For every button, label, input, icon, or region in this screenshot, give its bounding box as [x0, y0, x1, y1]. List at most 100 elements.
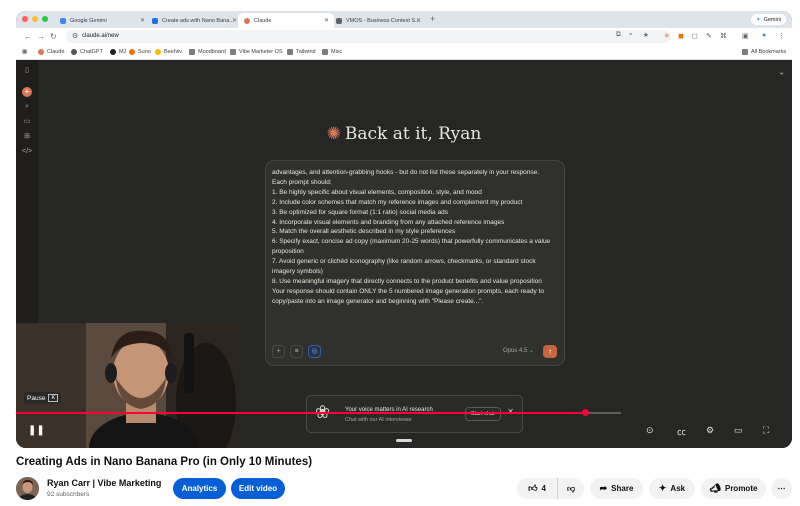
- address-bar[interactable]: ⚙ claude.ai/new: [66, 30, 671, 43]
- extension-claude-icon[interactable]: ✳: [664, 32, 670, 40]
- channel-name[interactable]: Ryan Carr | Vibe Marketing: [47, 478, 161, 488]
- bookmark-label: Beehiiv: [164, 49, 183, 55]
- claude-logo-icon: ✺: [326, 124, 341, 144]
- bookmark-moodboard[interactable]: Moodboard: [189, 49, 226, 55]
- close-tab-icon[interactable]: ✕: [232, 17, 237, 24]
- edit-video-button[interactable]: Edit video: [231, 478, 285, 499]
- minimize-window-icon[interactable]: [32, 16, 38, 22]
- back-icon[interactable]: ←: [24, 32, 32, 41]
- channel-avatar[interactable]: [16, 477, 39, 500]
- progress-bar[interactable]: [16, 409, 621, 416]
- bookmark-chatgpt[interactable]: ChatGPT: [71, 49, 103, 55]
- ask-button[interactable]: ✦ Ask: [649, 478, 695, 499]
- share-button[interactable]: ➦ Share: [590, 478, 643, 499]
- bookmark-tailwind[interactable]: Tailwind: [287, 49, 316, 55]
- captions-icon[interactable]: ㏄: [677, 425, 686, 438]
- like-button[interactable]: 👍︎ 4: [517, 478, 557, 499]
- tab-label: Claude: [254, 17, 272, 24]
- browser-tab-claude[interactable]: Claude ✕: [238, 13, 334, 28]
- analytics-button[interactable]: Analytics: [173, 478, 226, 499]
- settings-gear-icon[interactable]: ⚙: [706, 425, 714, 436]
- browser-tab-gemini[interactable]: Google Gemini ✕: [54, 13, 150, 28]
- artifacts-code-icon[interactable]: </>: [22, 147, 32, 157]
- pause-icon[interactable]: ❚❚: [28, 425, 45, 436]
- prompt-line: 3. Be optimized for square format (1:1 r…: [272, 208, 448, 216]
- new-tab-icon[interactable]: +: [430, 14, 435, 24]
- start-chat-button[interactable]: Start chat: [465, 407, 501, 421]
- promote-label: Promote: [724, 484, 758, 493]
- bookmark-star-icon[interactable]: ★: [643, 31, 649, 39]
- zoom-icon[interactable]: ⌕: [629, 31, 633, 39]
- tab-label: Create ads with Nano Bana...: [162, 17, 234, 24]
- prompt-line: Your response should contain ONLY the 5 …: [272, 287, 544, 305]
- prompt-line: 5. Match the overall aesthetic described…: [272, 228, 456, 236]
- model-selector[interactable]: Opus 4.5 ⌄: [503, 347, 534, 354]
- vmos-favicon-icon: [336, 17, 342, 24]
- promote-button[interactable]: 📣︎ Promote: [701, 478, 766, 499]
- bookmark-label: ChatGPT: [80, 49, 103, 55]
- prompt-line: 8. Use meaningful imagery that directly …: [272, 277, 542, 285]
- prompt-line: 7. Avoid generic or clichéd iconography …: [272, 258, 536, 276]
- extension-orange-icon[interactable]: ◼: [678, 32, 684, 40]
- voice-research-banner: ❀ Your voice matters in AI research Chat…: [306, 395, 523, 433]
- extension-icon[interactable]: ◻: [692, 32, 698, 40]
- miniplayer-icon[interactable]: ▭: [734, 425, 743, 436]
- gemini-button-label: Gemini: [763, 16, 781, 23]
- bookmark-suno[interactable]: Suno: [129, 49, 151, 55]
- prompt-textarea[interactable]: advantages, and attention-grabbing hooks…: [272, 168, 556, 340]
- more-horizontal-icon: ⋯: [777, 484, 786, 493]
- close-tab-icon[interactable]: ✕: [140, 17, 145, 24]
- close-tab-icon[interactable]: ✕: [324, 17, 329, 24]
- site-info-icon[interactable]: ⚙: [72, 32, 78, 40]
- close-window-icon[interactable]: [22, 16, 28, 22]
- video-player[interactable]: Google Gemini ✕ Create ads with Nano Ban…: [16, 11, 792, 448]
- send-button[interactable]: ↑: [543, 345, 557, 358]
- window-controls[interactable]: [22, 16, 48, 22]
- progress-fill: [16, 412, 585, 414]
- browser-toolbar: ← → ↻ ⚙ claude.ai/new ⧉ ⌕ ★ ✳ ◼ ◻ ✎ ⌘ ▣ …: [16, 28, 792, 45]
- bookmark-vibe-marketer-os[interactable]: Vibe Marketer OS: [230, 49, 283, 55]
- chatgpt-icon: [71, 49, 77, 55]
- tools-button[interactable]: ≡: [290, 345, 303, 358]
- maximize-window-icon[interactable]: [42, 16, 48, 22]
- eyedropper-icon[interactable]: ✎: [706, 32, 712, 40]
- fullscreen-icon[interactable]: ⛶: [763, 425, 769, 436]
- apps-grid-icon[interactable]: ▦: [22, 49, 27, 55]
- add-attachment-button[interactable]: +: [272, 345, 285, 358]
- research-toggle-button[interactable]: ◎: [308, 345, 321, 358]
- prompt-composer[interactable]: advantages, and attention-grabbing hooks…: [265, 160, 565, 366]
- folder-icon: [322, 49, 328, 55]
- bookmark-beehiiv[interactable]: Beehiiv: [155, 49, 182, 55]
- reload-icon[interactable]: ↻: [50, 32, 57, 41]
- browser-tab-vmos[interactable]: VMOS - Business Context S... ✕: [330, 13, 426, 28]
- all-bookmarks[interactable]: All Bookmarks: [742, 49, 786, 55]
- sidepanel-icon[interactable]: ▣: [742, 32, 749, 40]
- url-text[interactable]: claude.ai/new: [82, 33, 119, 39]
- gemini-button[interactable]: ✦ Gemini: [750, 14, 786, 25]
- pause-tooltip: Pause K: [24, 392, 62, 404]
- puzzle-icon[interactable]: ⌘: [720, 32, 727, 40]
- screenshot-icon[interactable]: ⧉: [616, 31, 621, 39]
- dislike-button[interactable]: 👎︎: [557, 478, 584, 499]
- incognito-icon[interactable]: ◒: [779, 68, 784, 77]
- drag-handle[interactable]: [396, 439, 412, 442]
- menu-kebab-icon[interactable]: ⋮: [778, 32, 785, 40]
- search-icon[interactable]: ⌕: [22, 102, 32, 112]
- bookmark-claude[interactable]: Claude: [38, 49, 64, 55]
- profile-avatar-icon[interactable]: ●: [762, 32, 766, 39]
- thumbs-down-icon: 👎︎: [566, 483, 576, 493]
- scrubber-handle[interactable]: [581, 409, 589, 416]
- sidebar-toggle-icon[interactable]: ▯: [22, 66, 32, 76]
- greeting-text: Back at it, Ryan: [344, 124, 482, 144]
- forward-icon[interactable]: →: [37, 32, 45, 41]
- prompt-line: 1. Be highly specific about visual eleme…: [272, 188, 482, 196]
- bookmark-label: MJ: [119, 49, 127, 55]
- bookmark-misc[interactable]: Misc: [322, 49, 342, 55]
- new-chat-icon[interactable]: +: [22, 87, 32, 97]
- gemini-favicon-icon: [60, 17, 66, 24]
- browser-tab-create-ads[interactable]: Create ads with Nano Bana... ✕: [146, 13, 242, 28]
- bookmark-mj[interactable]: MJ: [110, 49, 126, 55]
- close-tab-icon[interactable]: ✕: [416, 17, 421, 24]
- autoplay-toggle-icon[interactable]: ⊙: [646, 425, 654, 436]
- more-actions-button[interactable]: ⋯: [771, 478, 792, 499]
